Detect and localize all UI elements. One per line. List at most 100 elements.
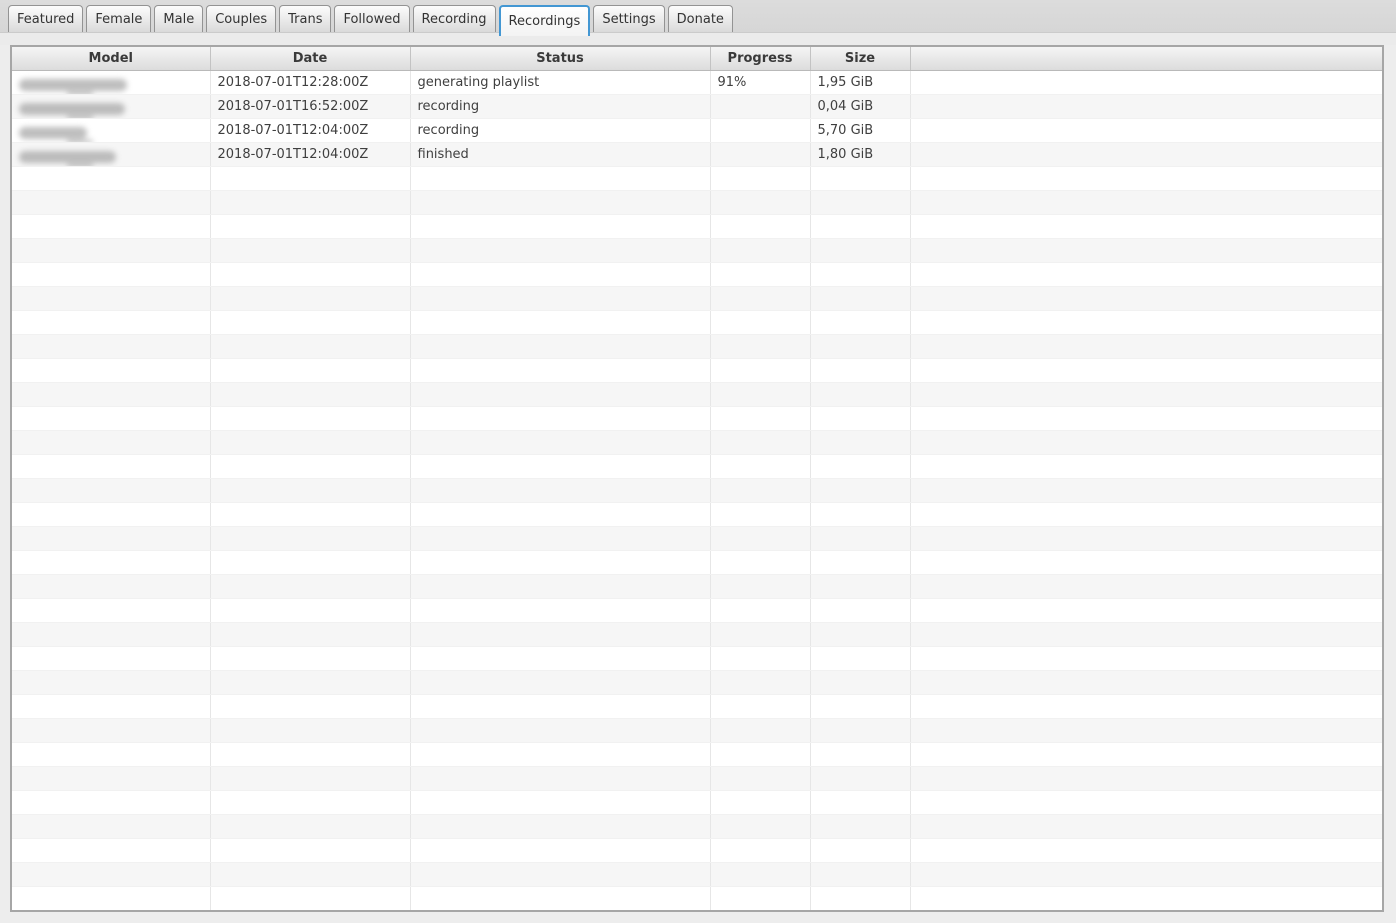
empty-table-row[interactable]	[11, 334, 1383, 359]
spacer-cell	[910, 454, 1383, 479]
size-cell	[810, 334, 911, 359]
model-cell	[11, 694, 211, 719]
empty-table-row[interactable]	[11, 598, 1383, 623]
status-cell	[410, 478, 711, 503]
model-cell	[11, 550, 211, 575]
model-cell	[11, 598, 211, 623]
empty-table-row[interactable]	[11, 166, 1383, 191]
empty-table-row[interactable]	[11, 718, 1383, 743]
table-row[interactable]: 2018-07-01T12:28:00Z generating playlist…	[11, 70, 1383, 95]
tab-couples[interactable]: Couples	[206, 5, 277, 32]
empty-table-row[interactable]	[11, 190, 1383, 215]
progress-cell	[710, 790, 811, 815]
tab-male[interactable]: Male	[154, 5, 204, 32]
empty-table-row[interactable]	[11, 550, 1383, 575]
recordings-table: Model Date Status Progress Size 2018-07-…	[10, 45, 1384, 912]
status-cell	[410, 718, 711, 743]
model-cell	[11, 310, 211, 335]
spacer-cell	[910, 838, 1383, 863]
empty-table-row[interactable]	[11, 478, 1383, 503]
empty-table-row[interactable]	[11, 526, 1383, 551]
model-name-redacted	[19, 126, 93, 141]
progress-cell	[710, 526, 811, 551]
table-row[interactable]: 2018-07-01T12:04:00Z finished 1,80 GiB	[11, 142, 1383, 167]
empty-table-row[interactable]	[11, 286, 1383, 311]
progress-cell	[710, 166, 811, 191]
date-cell	[210, 478, 411, 503]
spacer-cell	[910, 406, 1383, 431]
progress-cell	[710, 718, 811, 743]
empty-table-row[interactable]	[11, 862, 1383, 887]
progress-cell	[710, 646, 811, 671]
tab-featured[interactable]: Featured	[8, 5, 84, 32]
model-cell	[11, 862, 211, 887]
status-cell	[410, 262, 711, 287]
spacer-cell	[910, 598, 1383, 623]
model-cell	[11, 646, 211, 671]
size-cell	[810, 166, 911, 191]
size-cell	[810, 406, 911, 431]
tab-trans[interactable]: Trans	[279, 5, 332, 32]
empty-table-row[interactable]	[11, 742, 1383, 767]
model-cell	[11, 742, 211, 767]
size-cell	[810, 358, 911, 383]
table-row[interactable]: 2018-07-01T12:04:00Z recording 5,70 GiB	[11, 118, 1383, 143]
empty-table-row[interactable]	[11, 646, 1383, 671]
column-header-status[interactable]: Status	[410, 46, 711, 71]
empty-table-row[interactable]	[11, 238, 1383, 263]
progress-cell	[710, 598, 811, 623]
model-cell	[11, 406, 211, 431]
empty-table-row[interactable]	[11, 790, 1383, 815]
empty-table-row[interactable]	[11, 814, 1383, 839]
spacer-cell	[910, 670, 1383, 695]
empty-table-row[interactable]	[11, 382, 1383, 407]
status-cell	[410, 430, 711, 455]
empty-table-row[interactable]	[11, 694, 1383, 719]
empty-table-row[interactable]	[11, 670, 1383, 695]
column-header-model[interactable]: Model	[11, 46, 211, 71]
empty-table-row[interactable]	[11, 502, 1383, 527]
status-cell	[410, 814, 711, 839]
spacer-cell	[910, 166, 1383, 191]
empty-table-row[interactable]	[11, 574, 1383, 599]
spacer-cell	[910, 526, 1383, 551]
tab-recordings[interactable]: Recordings	[498, 5, 591, 36]
column-header-spacer[interactable]	[910, 46, 1383, 71]
empty-table-row[interactable]	[11, 430, 1383, 455]
empty-table-row[interactable]	[11, 406, 1383, 431]
progress-cell	[710, 310, 811, 335]
tab-female[interactable]: Female	[86, 5, 152, 32]
model-cell	[11, 334, 211, 359]
tab-bar: Featured Female Male Couples Trans Follo…	[0, 0, 1396, 36]
model-cell	[11, 454, 211, 479]
column-header-size[interactable]: Size	[810, 46, 911, 71]
date-cell	[210, 358, 411, 383]
tab-donate[interactable]: Donate	[667, 5, 733, 32]
empty-table-row[interactable]	[11, 886, 1383, 911]
empty-table-row[interactable]	[11, 838, 1383, 863]
tab-label: Donate	[676, 11, 724, 27]
table-row[interactable]: 2018-07-01T16:52:00Z recording 0,04 GiB	[11, 94, 1383, 119]
empty-table-row[interactable]	[11, 622, 1383, 647]
spacer-cell	[910, 142, 1383, 167]
size-cell	[810, 766, 911, 791]
empty-table-row[interactable]	[11, 454, 1383, 479]
column-header-date[interactable]: Date	[210, 46, 411, 71]
empty-table-row[interactable]	[11, 214, 1383, 239]
spacer-cell	[910, 502, 1383, 527]
progress-cell	[710, 142, 811, 167]
empty-table-row[interactable]	[11, 262, 1383, 287]
model-name-redacted	[19, 78, 127, 93]
date-cell	[210, 166, 411, 191]
empty-table-row[interactable]	[11, 310, 1383, 335]
empty-table-row[interactable]	[11, 358, 1383, 383]
tab-recording[interactable]: Recording	[412, 5, 496, 32]
status-cell	[410, 190, 711, 215]
tab-label: Settings	[602, 11, 656, 27]
size-cell	[810, 886, 911, 911]
column-header-progress[interactable]: Progress	[710, 46, 811, 71]
spacer-cell	[910, 742, 1383, 767]
tab-settings[interactable]: Settings	[593, 5, 665, 32]
empty-table-row[interactable]	[11, 766, 1383, 791]
tab-followed[interactable]: Followed	[334, 5, 410, 32]
